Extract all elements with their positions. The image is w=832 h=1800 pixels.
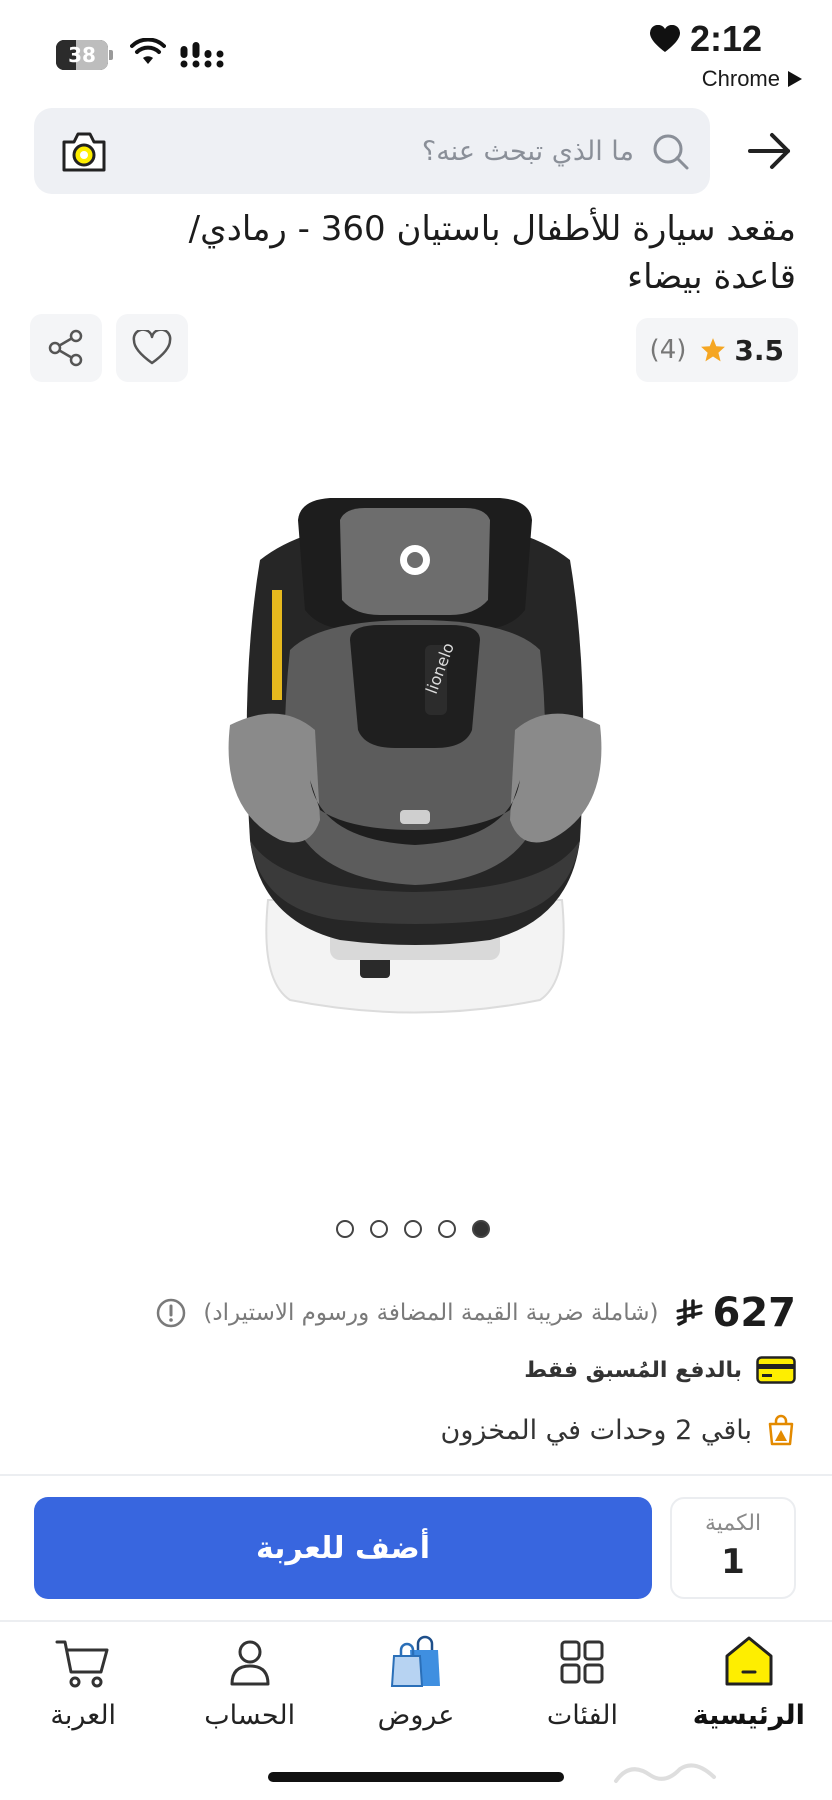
nav-label: الحساب [204,1700,296,1731]
nav-item-home[interactable]: الرئيسية [666,1622,832,1772]
price-row: 627 (شاملة ضريبة القيمة المضافة ورسوم ال… [155,1290,796,1336]
search-icon [653,134,689,170]
cart-icon [55,1640,109,1688]
wifi-icon [130,38,166,64]
battery-icon: 38 [56,40,114,70]
payment-note-row: بالدفع المُسبق فقط [524,1356,796,1384]
nav-label: عروض [377,1700,455,1731]
offers-bag-icon [390,1635,441,1687]
stock-note-row: باقي 2 وحدات في المخزون [441,1414,796,1446]
stock-note: باقي 2 وحدات في المخزون [440,1414,752,1446]
nav-item-account[interactable]: الحساب [166,1622,332,1772]
back-arrow-icon[interactable] [744,126,796,176]
payment-note: بالدفع المُسبق فقط [524,1357,742,1383]
cellular-signal-icon [180,42,224,68]
wishlist-button[interactable] [116,314,188,382]
bottom-nav: الرئيسية الفئات عروض الحساب العربة [0,1622,832,1772]
search-placeholder: ما الذي تبحث عنه؟ [421,135,634,167]
low-stock-bag-icon [768,1414,794,1446]
nav-item-cart[interactable]: العربة [0,1622,166,1772]
rating-value: 3.5 [734,333,784,367]
home-icon [725,1636,773,1686]
search-input[interactable]: ما الذي تبحث عنه؟ [34,108,710,194]
pager-dot-active[interactable] [472,1220,490,1238]
product-title: مقعد سيارة للأطفال باستيان 360 - رمادي/ … [188,209,796,297]
tax-note: (شاملة ضريبة القيمة المضافة ورسوم الاستي… [203,1300,659,1326]
credit-card-icon [756,1356,796,1384]
share-button[interactable] [30,314,102,382]
time-text: 2:12 [689,18,762,59]
play-triangle-icon [788,71,802,87]
pager-dot[interactable] [370,1220,388,1238]
back-to-app-link[interactable]: Chrome [702,66,802,92]
price: 627 [675,1290,797,1336]
categories-icon [560,1640,604,1684]
quantity-label: الكمية [704,1511,762,1536]
pager-dot[interactable] [438,1220,456,1238]
pager-dot[interactable] [336,1220,354,1238]
heart-icon [649,25,680,52]
home-indicator[interactable] [268,1772,564,1782]
rating-count: (4) [649,335,687,365]
quantity-selector[interactable]: الكمية 1 [670,1497,796,1599]
quantity-value: 1 [721,1542,745,1582]
image-pager[interactable] [336,1220,490,1238]
nav-label: الفئات [546,1700,619,1731]
camera-search-icon[interactable] [58,126,110,176]
clock: 2:12 [649,18,762,60]
status-bar: 38 2:12 Chrome [0,0,832,100]
search-row: ما الذي تبحث عنه؟ [0,108,832,194]
star-icon [701,338,726,362]
account-icon [230,1640,270,1686]
riyal-currency-icon [676,1299,702,1326]
share-icon [48,329,83,367]
heart-outline-icon [132,330,172,365]
divider [0,1474,832,1476]
product-image[interactable]: lionelo [220,480,610,1020]
info-icon[interactable] [155,1297,187,1329]
rating-badge[interactable]: 3.5 (4) [635,318,798,382]
add-to-cart-button[interactable]: أضف للعربة [34,1497,652,1599]
nav-item-offers[interactable]: عروض [333,1622,499,1772]
battery-level: 38 [68,43,96,67]
nav-item-categories[interactable]: الفئات [499,1622,665,1772]
price-value: 627 [712,1290,797,1336]
watermark-logo-icon [614,1763,716,1783]
back-app-label: Chrome [701,66,780,91]
nav-label: الرئيسية [692,1700,805,1731]
pager-dot[interactable] [404,1220,422,1238]
nav-label: العربة [50,1700,117,1731]
